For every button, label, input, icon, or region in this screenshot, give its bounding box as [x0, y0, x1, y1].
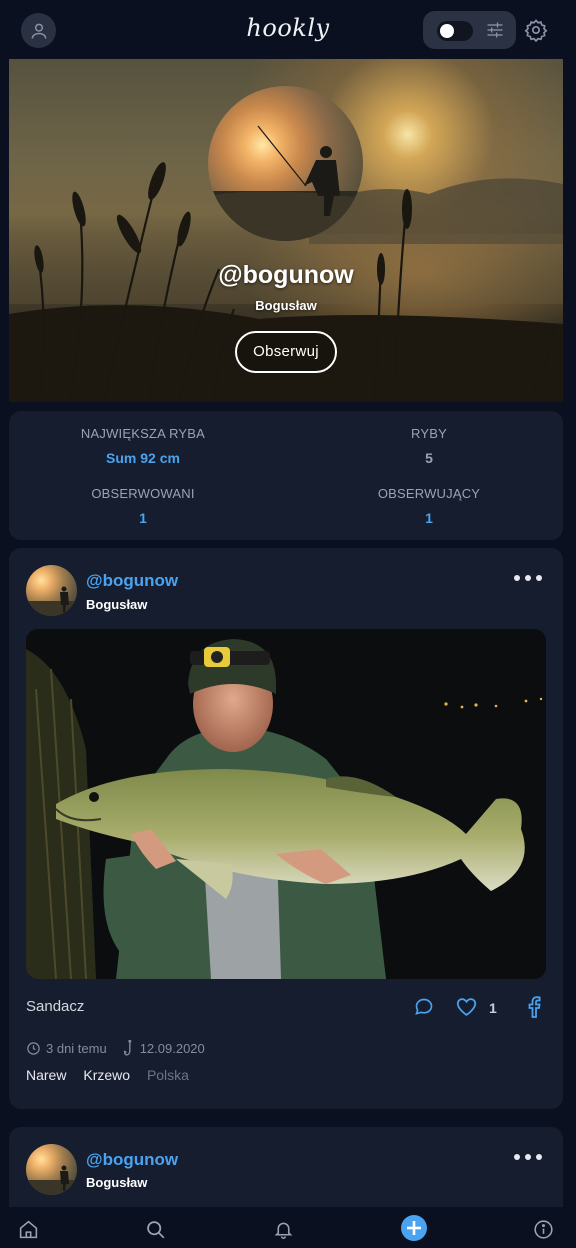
- home-icon[interactable]: [18, 1219, 39, 1240]
- post-card: @bogunow Bogusław: [9, 548, 563, 1109]
- angler-silhouette: [26, 1165, 77, 1195]
- top-bar: hookly: [0, 0, 576, 60]
- profile-avatar[interactable]: [208, 86, 363, 241]
- gear-icon[interactable]: [524, 18, 548, 42]
- angler-silhouette: [208, 125, 363, 241]
- angler-silhouette: [26, 586, 77, 616]
- more-options-icon[interactable]: [513, 1151, 543, 1163]
- country-tag[interactable]: Polska: [147, 1067, 189, 1083]
- bell-icon[interactable]: [273, 1219, 294, 1240]
- facebook-share-icon[interactable]: [527, 996, 541, 1018]
- stat-biggest-fish[interactable]: NAJWIĘKSZA RYBA Sum 92 cm: [23, 426, 263, 466]
- plus-circle-icon: [407, 1221, 421, 1235]
- catch-photo[interactable]: [26, 629, 546, 979]
- stat-label: OBSERWOWANI: [91, 486, 195, 501]
- stat-value[interactable]: 1: [23, 510, 263, 526]
- stat-value: 5: [425, 450, 433, 466]
- post-display-name: Bogusław: [86, 1175, 148, 1190]
- clock-icon: [27, 1041, 40, 1055]
- post-display-name: Bogusław: [86, 597, 148, 612]
- post-username[interactable]: @bogunow: [86, 571, 178, 591]
- stat-label: RYBY: [411, 426, 447, 441]
- profile-username: @bogunow: [218, 261, 354, 289]
- info-icon[interactable]: [533, 1219, 554, 1240]
- heart-icon[interactable]: [456, 997, 477, 1017]
- profile-display-name: Bogusław: [255, 298, 317, 313]
- fish-species[interactable]: Sandacz: [26, 998, 84, 1015]
- follow-button[interactable]: Obserwuj: [235, 331, 337, 373]
- post-meta: 3 dni temu 12.09.2020: [26, 1039, 205, 1057]
- hook-icon: [123, 1039, 132, 1056]
- post-time: 3 dni temu: [46, 1040, 107, 1056]
- bottom-navigation: [0, 1207, 576, 1248]
- add-post-button[interactable]: [401, 1215, 427, 1241]
- stat-value[interactable]: Sum 92 cm: [23, 450, 263, 466]
- post-username[interactable]: @bogunow: [86, 1150, 178, 1170]
- search-icon[interactable]: [145, 1219, 166, 1240]
- avatar[interactable]: [26, 1144, 77, 1195]
- sliders-icon[interactable]: [485, 20, 505, 40]
- comment-icon[interactable]: [414, 997, 434, 1017]
- location-tags: Narew Krzewo Polska: [26, 1067, 202, 1083]
- profile-stats: NAJWIĘKSZA RYBA Sum 92 cm RYBY 5 OBSERWO…: [9, 411, 563, 540]
- stat-following[interactable]: OBSERWOWANI 1: [23, 486, 263, 526]
- theme-toggle[interactable]: [437, 21, 473, 41]
- catch-date: 12.09.2020: [139, 1040, 205, 1056]
- stat-followers[interactable]: OBSERWUJĄCY 1: [309, 486, 549, 526]
- avatar[interactable]: [26, 565, 77, 616]
- stat-label: NAJWIĘKSZA RYBA: [80, 426, 206, 441]
- location-tag[interactable]: Krzewo: [83, 1067, 130, 1083]
- location-tag[interactable]: Narew: [26, 1067, 66, 1083]
- stat-label: OBSERWUJĄCY: [377, 486, 481, 501]
- profile-hero: @bogunow Bogusław Obserwuj: [9, 59, 563, 402]
- header-controls: [423, 11, 516, 49]
- stat-value[interactable]: 1: [309, 510, 549, 526]
- like-count[interactable]: 1: [489, 1000, 497, 1016]
- stat-fish-count[interactable]: RYBY 5: [309, 426, 549, 466]
- more-options-icon[interactable]: [513, 572, 543, 584]
